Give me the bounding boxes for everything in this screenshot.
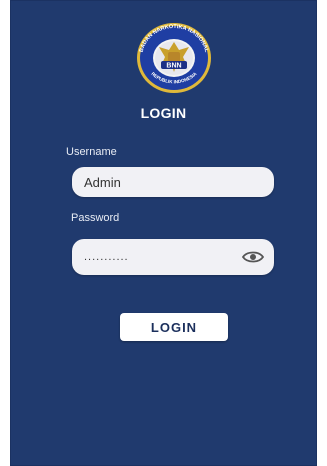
login-screen: BNN BADAN NARKOTIKA NASIONAL REPUBLIK IN… bbox=[10, 0, 317, 466]
password-label: Password bbox=[71, 212, 120, 224]
login-button[interactable]: LOGIN bbox=[120, 313, 228, 341]
bnn-emblem-icon: BNN BADAN NARKOTIKA NASIONAL REPUBLIK IN… bbox=[119, 20, 229, 96]
username-field-container bbox=[72, 167, 274, 197]
eye-icon[interactable] bbox=[242, 250, 264, 264]
emblem-center-text: BNN bbox=[166, 63, 181, 70]
password-field-container bbox=[72, 239, 274, 275]
page-title: LOGIN bbox=[140, 105, 187, 121]
username-input[interactable] bbox=[72, 167, 274, 197]
username-label: Username bbox=[66, 146, 117, 158]
